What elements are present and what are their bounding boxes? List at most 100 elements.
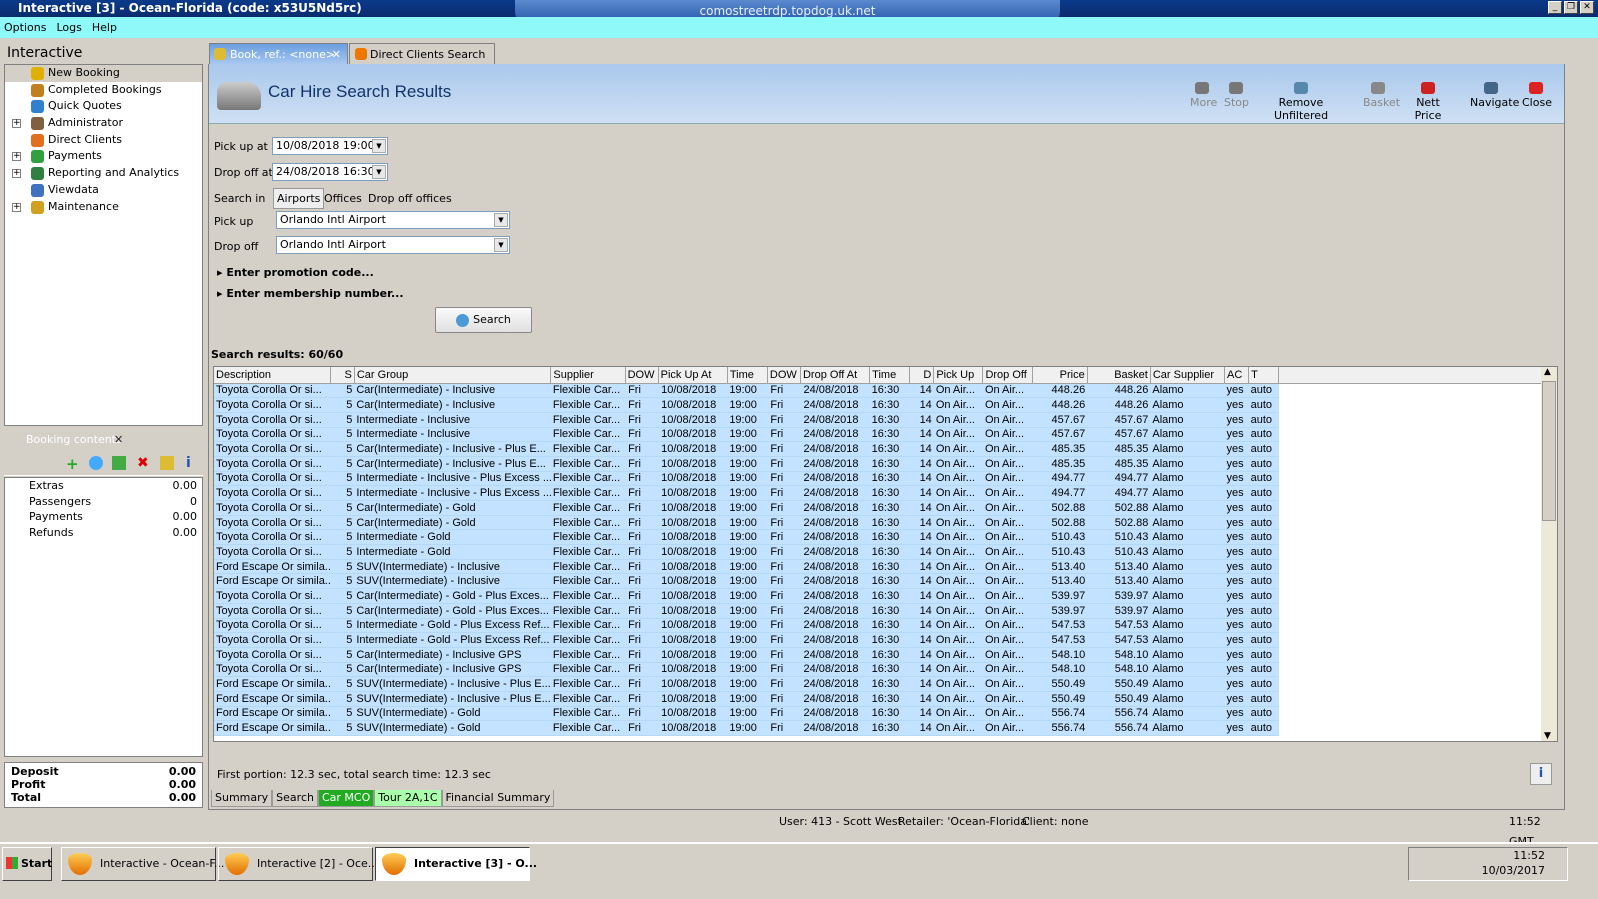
close-tab-icon[interactable]: ✕ (332, 44, 341, 65)
scrollbar-thumb[interactable] (1542, 381, 1556, 521)
expand-icon[interactable]: + (12, 202, 21, 212)
expand-icon[interactable]: + (12, 169, 21, 179)
chevron-down-icon[interactable]: ▼ (494, 238, 508, 252)
table-row[interactable]: Ford Escape Or simila... 5 SUV(Intermediat… (214, 706, 1542, 722)
delete-icon[interactable]: ✖ (137, 455, 149, 471)
column-header[interactable]: DOW (625, 367, 659, 384)
tab-booking[interactable]: Book, ref.: <none> ✕ (209, 43, 348, 64)
nav-item[interactable]: New Booking (5, 65, 202, 82)
table-row[interactable]: Toyota Corolla Or si... 5 Car(Intermediate… (214, 456, 1542, 472)
column-header[interactable]: Pick Up (933, 367, 984, 384)
minimize-button[interactable]: _ (1548, 1, 1562, 14)
table-row[interactable]: Toyota Corolla Or si... 5 Intermediate - G… (214, 544, 1542, 560)
vertical-scrollbar[interactable]: ▲ ▼ (1541, 367, 1557, 741)
table-row[interactable]: Toyota Corolla Or si... 5 Intermediate - G… (214, 618, 1542, 634)
table-row[interactable]: Ford Escape Or simila... 5 SUV(Intermediat… (214, 559, 1542, 575)
column-header[interactable]: Description (214, 367, 331, 384)
toolbar-navigate-button[interactable]: Navigate (1470, 82, 1519, 109)
chevron-down-icon[interactable]: ▼ (372, 139, 386, 153)
table-row[interactable]: Toyota Corolla Or si... 5 Car(Intermediate… (214, 383, 1542, 399)
pickup-select[interactable]: Orlando Intl Airport ▼ (276, 211, 510, 229)
column-header[interactable]: Supplier (550, 367, 626, 384)
toolbar-more-button[interactable]: More (1190, 82, 1217, 109)
bottom-tab[interactable]: Financial Summary (441, 790, 555, 807)
table-row[interactable]: Toyota Corolla Or si... 5 Intermediate - I… (214, 485, 1542, 501)
table-row[interactable]: Toyota Corolla Or si... 5 Intermediate - I… (214, 471, 1542, 487)
dropoff-at-input[interactable]: 24/08/2018 16:30 ▼ (272, 163, 388, 181)
table-row[interactable]: Ford Escape Or simila... 5 SUV(Intermediat… (214, 720, 1542, 736)
table-row[interactable]: Toyota Corolla Or si... 5 Car(Intermediate… (214, 662, 1542, 678)
nav-item[interactable]: Direct Clients (5, 132, 202, 149)
bottom-tab[interactable]: Search (272, 790, 318, 807)
menu-options[interactable]: Options (4, 17, 46, 38)
toolbar-close-button[interactable]: Close (1522, 82, 1552, 109)
table-row[interactable]: Toyota Corolla Or si... 5 Car(Intermediate… (214, 588, 1542, 604)
toolbar-remove-unfiltered-button[interactable]: Remove Unfiltered (1257, 82, 1345, 122)
column-header[interactable]: T (1248, 367, 1280, 384)
search-in-dropoff-offices[interactable]: Drop off offices (368, 192, 452, 205)
close-panel-icon[interactable]: ✕ (114, 430, 123, 450)
nav-item[interactable]: Completed Bookings (5, 82, 202, 99)
task-interactive-3[interactable]: Interactive [3] - O... (375, 847, 537, 881)
toolbar-basket-button[interactable]: Basket (1363, 82, 1400, 109)
transfer-icon[interactable] (112, 456, 126, 470)
column-header[interactable]: S (330, 367, 355, 384)
column-header[interactable]: Car Supplier (1150, 367, 1226, 384)
table-row[interactable]: Toyota Corolla Or si... 5 Intermediate - G… (214, 632, 1542, 648)
column-header[interactable]: AC (1224, 367, 1250, 384)
menu-logs[interactable]: Logs (56, 17, 81, 38)
table-row[interactable]: Toyota Corolla Or si... 5 Car(Intermediate… (214, 441, 1542, 457)
table-row[interactable]: Ford Escape Or simila... 5 SUV(Intermediat… (214, 573, 1542, 590)
column-header[interactable]: Car Group (354, 367, 552, 384)
table-row[interactable]: Toyota Corolla Or si... 5 Car(Intermediate… (214, 397, 1542, 413)
nav-item[interactable]: + Payments (5, 148, 202, 165)
table-row[interactable]: Toyota Corolla Or si... 5 Intermediate - G… (214, 529, 1542, 546)
palm-icon[interactable] (160, 456, 174, 470)
expand-icon[interactable]: + (12, 119, 21, 129)
table-row[interactable]: Toyota Corolla Or si... 5 Car(Intermediate… (214, 603, 1542, 619)
column-header[interactable]: Drop Off (982, 367, 1033, 384)
table-row[interactable]: Ford Escape Or simila... 5 SUV(Intermediat… (214, 676, 1542, 692)
task-interactive-2[interactable]: Interactive [2] - Oce... (218, 847, 378, 881)
search-in-airports[interactable]: Airports (273, 188, 325, 209)
bottom-tab[interactable]: Tour 2A,1C (374, 790, 442, 807)
chevron-down-icon[interactable]: ▼ (372, 165, 386, 179)
toolbar-nett-price-button[interactable]: Nett Price (1405, 82, 1451, 122)
info-button[interactable]: i (1530, 763, 1552, 785)
restore-button[interactable]: ❐ (1564, 1, 1578, 14)
membership-expander[interactable]: ▸ Enter membership number... (217, 287, 404, 300)
expand-icon[interactable]: + (12, 152, 21, 162)
column-header[interactable]: Basket (1087, 367, 1151, 384)
bottom-tab[interactable]: Car MCO (317, 790, 375, 807)
search-in-offices[interactable]: Offices (324, 192, 362, 205)
menu-help[interactable]: Help (92, 17, 117, 38)
refresh-icon[interactable] (89, 456, 103, 470)
column-header[interactable]: Price (1032, 367, 1088, 384)
promo-code-expander[interactable]: ▸ Enter promotion code... (217, 266, 374, 279)
nav-item[interactable]: + Maintenance (5, 199, 202, 216)
nav-item[interactable]: Quick Quotes (5, 98, 202, 115)
table-row[interactable]: Ford Escape Or simila... 5 SUV(Intermediat… (214, 691, 1542, 707)
table-row[interactable]: Toyota Corolla Or si... 5 Car(Intermediate… (214, 500, 1542, 516)
task-interactive-1[interactable]: Interactive - Ocean-F... (61, 847, 224, 881)
chevron-down-icon[interactable]: ▼ (494, 213, 508, 227)
search-button[interactable]: Search (435, 307, 532, 333)
table-row[interactable]: Toyota Corolla Or si... 5 Intermediate - I… (214, 412, 1542, 428)
dropoff-select[interactable]: Orlando Intl Airport ▼ (276, 236, 510, 254)
column-header[interactable]: Drop Off At (800, 367, 871, 384)
column-header[interactable]: Time (727, 367, 768, 384)
bottom-tab[interactable]: Summary (211, 790, 273, 807)
column-header[interactable]: Time (869, 367, 911, 384)
info-icon[interactable]: i (186, 455, 191, 471)
toolbar-stop-button[interactable]: Stop (1224, 82, 1249, 109)
column-header[interactable]: Pick Up At (658, 367, 728, 384)
pickup-at-input[interactable]: 10/08/2018 19:00 ▼ (272, 137, 388, 155)
table-row[interactable]: Toyota Corolla Or si... 5 Car(Intermediate… (214, 647, 1542, 663)
add-icon[interactable]: + (66, 455, 79, 473)
table-row[interactable]: Toyota Corolla Or si... 5 Car(Intermediate… (214, 515, 1542, 531)
nav-item[interactable]: + Reporting and Analytics (5, 165, 202, 182)
nav-item[interactable]: + Administrator (5, 115, 202, 132)
tab-direct-clients-search[interactable]: Direct Clients Search (349, 43, 495, 64)
start-button[interactable]: Start (2, 847, 52, 881)
table-row[interactable]: Toyota Corolla Or si... 5 Intermediate - I… (214, 427, 1542, 443)
